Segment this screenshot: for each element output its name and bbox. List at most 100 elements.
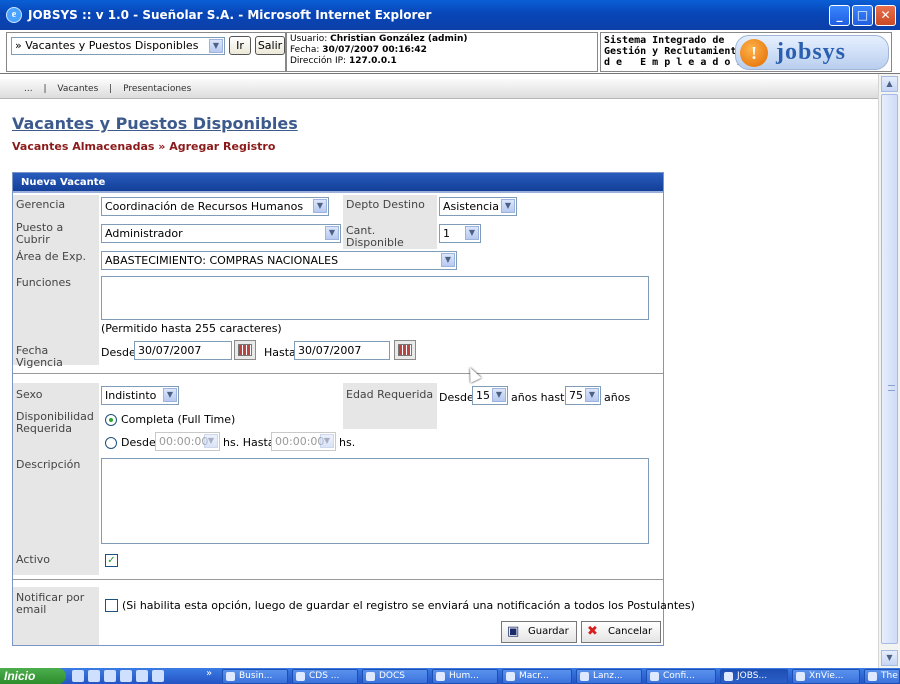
scroll-up-icon[interactable]: ▲ [881,76,898,92]
edad-suffix: años [604,391,631,404]
activo-label: Activo [13,549,99,575]
vigencia-hasta-input[interactable]: 30/07/2007 [294,341,390,360]
task-busin[interactable]: Busin... [222,669,288,684]
radio-part-time[interactable] [105,437,117,449]
chevron-down-icon: ▼ [325,226,339,240]
descripcion-label: Descripción [13,455,99,549]
section-select[interactable]: » Vacantes y Puestos Disponibles ▼ [11,37,225,55]
start-button[interactable]: Inicio [0,668,66,684]
close-button[interactable]: ✕ [875,5,896,26]
cant-select[interactable]: 1 ▼ [439,224,481,243]
disp-time1-value: 00:00:00 [159,435,209,448]
depto-label: Depto Destino [343,195,437,221]
chevron-down-icon: ▼ [209,39,223,53]
scroll-down-icon[interactable]: ▼ [881,650,898,666]
edad-desde-value: 15 [476,389,490,402]
vigencia-desde-input[interactable]: 30/07/2007 [134,341,232,360]
quicklaunch-app-icon[interactable] [136,670,148,682]
maximize-button[interactable]: □ [852,5,873,26]
vertical-scrollbar[interactable]: ▲ ▼ [878,74,900,668]
nav-item-presentaciones[interactable]: Presentaciones [123,84,191,94]
brand-line-2: Gestión y Reclutamiento [604,46,743,57]
form-heading: Nueva Vacante [13,173,663,193]
task-xnview[interactable]: XnVie... [792,669,860,684]
taskbar: Inicio » Busin... CDS ... DOCS Hum... Ma… [0,668,900,684]
notificar-checkbox[interactable] [105,599,118,612]
ip-label: Dirección IP: [290,56,347,66]
gerencia-select[interactable]: Coordinación de Recursos Humanos ▼ [101,197,329,216]
disp-option1-label: Completa (Full Time) [121,413,236,426]
quicklaunch-desktop-icon[interactable] [72,670,84,682]
cancel-icon: ✖ [587,624,598,639]
ie-icon: e [6,7,22,23]
activo-checkbox[interactable]: ✓ [105,554,118,567]
cancelar-button[interactable]: ✖ Cancelar [581,621,661,643]
task-docs[interactable]: DOCS [362,669,428,684]
chevron-down-icon: ▼ [163,388,177,402]
vigencia-label: Fecha Vigencia [13,339,99,369]
logo-word: jobsys [776,39,847,65]
nav-separator: | [43,84,47,94]
disp-time2-value: 00:00:00 [275,435,325,448]
jobsys-logo: ! jobsys [735,35,889,70]
vigencia-hasta-label: Hasta [264,346,296,359]
quick-launch [72,670,164,682]
nav-item-vacantes[interactable]: Vacantes [57,84,98,94]
task-hum[interactable]: Hum... [432,669,498,684]
scroll-thumb[interactable] [881,94,898,644]
task-jobs[interactable]: JOBS... [720,669,788,684]
brand-line-1: Sistema Integrado de [604,35,725,46]
quicklaunch-ie-icon[interactable] [104,670,116,682]
task-cds[interactable]: CDS ... [292,669,358,684]
task-confi[interactable]: Confi... [646,669,716,684]
nueva-vacante-form: Nueva Vacante Gerencia Coordinación de R… [12,172,695,646]
date-value: 30/07/2007 00:16:42 [322,45,427,55]
depto-select[interactable]: Asistencia ▼ [439,197,517,216]
edad-hasta-value: 75 [569,389,583,402]
nav-item-more[interactable]: ... [24,84,33,94]
breadcrumb[interactable]: Vacantes Almacenadas » Agregar Registro [12,140,275,153]
quicklaunch-dw-icon[interactable] [152,670,164,682]
task-lanz[interactable]: Lanz... [576,669,642,684]
guardar-button[interactable]: ▣ Guardar [501,621,577,643]
quicklaunch-media-icon[interactable] [120,670,132,682]
section-box: » Vacantes y Puestos Disponibles ▼ Ir Sa… [6,32,286,72]
ir-button[interactable]: Ir [229,36,251,55]
quicklaunch-firefox-icon[interactable] [88,670,100,682]
brand-box: Sistema Integrado de Gestión y Reclutami… [600,32,892,72]
sexo-select[interactable]: Indistinto ▼ [101,386,179,405]
disp-time2-select[interactable]: 00:00:00 ▼ [271,432,336,451]
calendar-icon[interactable] [394,340,416,360]
calendar-icon[interactable] [234,340,256,360]
disp-mid-text: hs. Hasta [223,436,275,449]
chevron-down-icon: ▼ [465,226,479,240]
chevron-down-icon: ▼ [501,199,515,213]
descripcion-textarea[interactable] [101,458,649,544]
task-the[interactable]: The [864,669,900,684]
app-header: » Vacantes y Puestos Disponibles ▼ Ir Sa… [0,30,900,74]
chevron-down-icon: ▼ [313,199,327,213]
brand-line-3: d e E m p l e a d o s [604,57,743,68]
gerencia-label: Gerencia [13,195,99,221]
area-label: Área de Exp. [13,249,99,275]
user-info: Usuario: Christian González (admin) Fech… [286,32,598,72]
radio-full-time[interactable] [105,414,117,426]
quicklaunch-more[interactable]: » [206,668,212,680]
logo-mark-icon: ! [740,39,768,67]
nav-bar: ... | Vacantes | Presentaciones [0,79,878,99]
task-macr[interactable]: Macr... [502,669,572,684]
edad-desde-select[interactable]: 15 ▼ [472,386,508,405]
edad-hasta-select[interactable]: 75 ▼ [565,386,601,405]
area-select[interactable]: ABASTECIMIENTO: COMPRAS NACIONALES ▼ [101,251,457,270]
minimize-button[interactable]: _ [829,5,850,26]
disp-option2-label: Desde [121,436,156,449]
notificar-text: (Si habilita esta opción, luego de guard… [122,599,695,612]
window-titlebar: e JOBSYS :: v 1.0 - Sueñolar S.A. - Micr… [0,0,900,30]
puesto-label: Puesto a Cubrir [13,221,99,249]
puesto-select[interactable]: Administrador ▼ [101,224,341,243]
salir-button[interactable]: Salir [255,36,285,55]
disp-time1-select[interactable]: 00:00:00 ▼ [155,432,220,451]
funciones-textarea[interactable] [101,276,649,320]
page-title[interactable]: Vacantes y Puestos Disponibles [12,114,298,133]
guardar-label: Guardar [528,626,569,637]
